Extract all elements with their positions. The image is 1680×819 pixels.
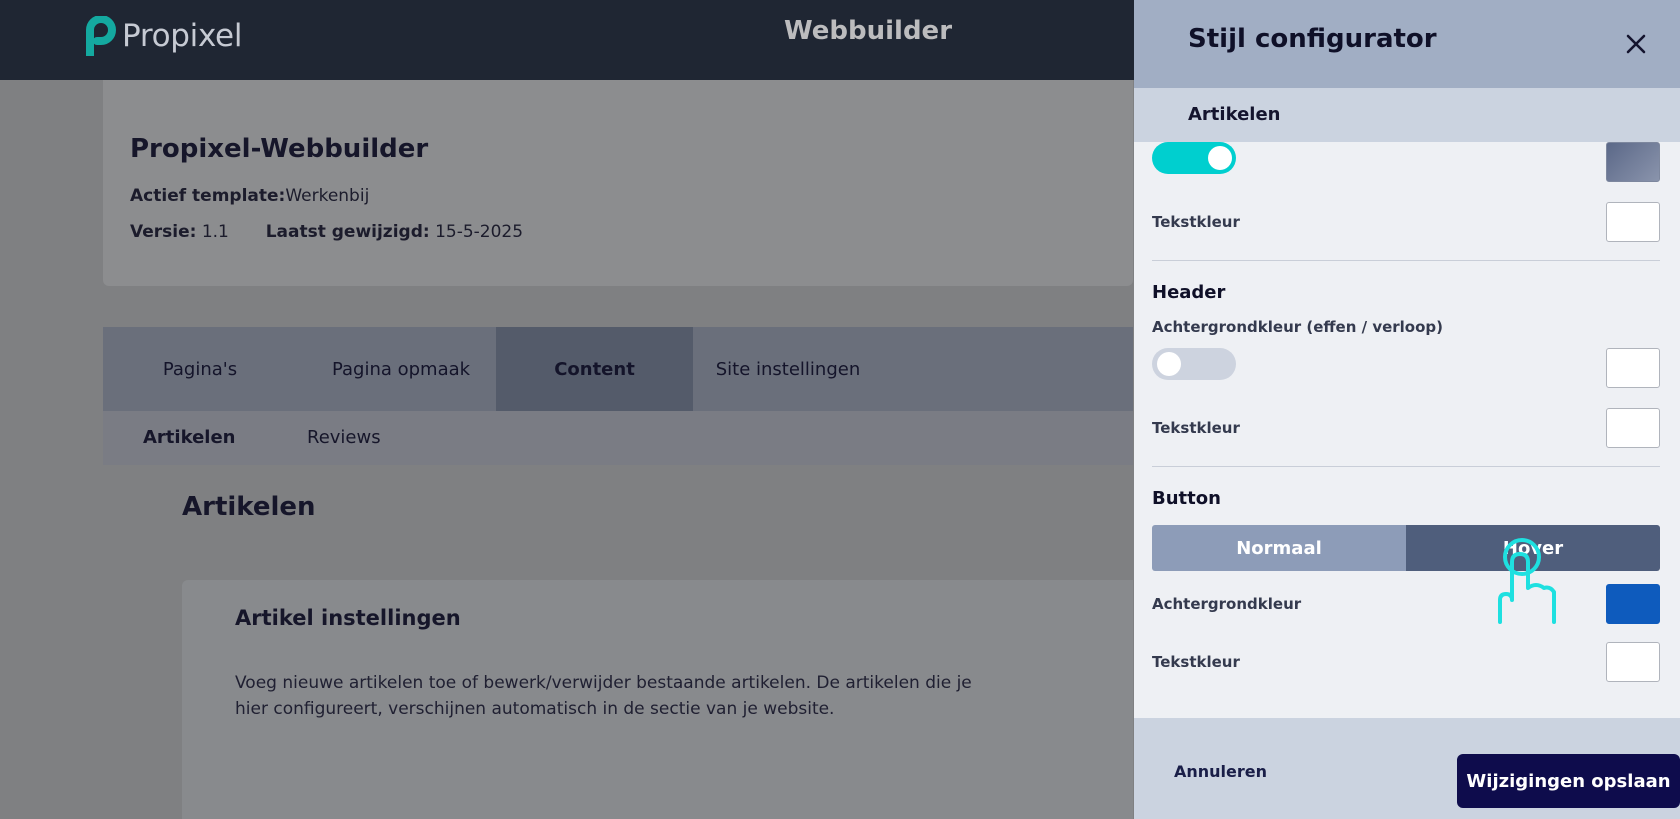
last-modified-value: 15-5-2025 <box>435 222 524 242</box>
article-settings-title: Artikel instellingen <box>235 606 461 630</box>
save-changes-button[interactable]: Wijzigingen opslaan <box>1457 754 1680 808</box>
tab-content[interactable]: Content <box>496 327 693 411</box>
close-icon[interactable] <box>1614 22 1658 66</box>
tab-site-settings[interactable]: Site instellingen <box>693 327 883 411</box>
section-title: Artikelen <box>182 492 316 522</box>
app-title: Webbuilder <box>784 16 953 46</box>
state-normal-button[interactable]: Normaal <box>1152 525 1406 571</box>
header-section-heading: Header <box>1152 282 1226 303</box>
header-text-color-label: Tekstkleur <box>1152 419 1240 437</box>
version-value: 1.1 <box>201 222 229 242</box>
active-template-value: Werkenbij <box>285 186 370 206</box>
gradient-toggle[interactable] <box>1152 142 1236 174</box>
logo-text: Propixel <box>122 18 243 54</box>
button-background-label: Achtergrondkleur <box>1152 595 1302 613</box>
panel-subheader: Artikelen <box>1134 88 1680 142</box>
button-text-color-swatch[interactable] <box>1606 642 1660 682</box>
divider <box>1152 260 1660 261</box>
background-color-swatch[interactable] <box>1606 142 1660 182</box>
panel-header: Stijl configurator <box>1134 0 1680 88</box>
last-modified-label: Laatst gewijzigd: <box>265 222 430 242</box>
subtab-reviews[interactable]: Reviews <box>307 427 381 448</box>
article-settings-card: Artikel instellingen Voeg nieuwe artikel… <box>182 580 1133 819</box>
panel-title: Stijl configurator <box>1188 24 1437 54</box>
button-text-color-label: Tekstkleur <box>1152 653 1240 671</box>
toggle-knob <box>1208 146 1232 170</box>
header-text-color-swatch[interactable] <box>1606 408 1660 448</box>
main-tabs: Pagina's Pagina opmaak Content Site inst… <box>103 327 1133 411</box>
header-gradient-toggle[interactable] <box>1152 348 1236 380</box>
panel-subtitle: Artikelen <box>1188 104 1281 125</box>
toggle-knob <box>1157 352 1181 376</box>
button-state-toggle: Normaal Hover <box>1152 525 1660 571</box>
style-configurator-panel: Stijl configurator Artikelen Tekstkleur … <box>1134 0 1680 819</box>
version-label: Versie: <box>130 222 197 242</box>
text-color-swatch[interactable] <box>1606 202 1660 242</box>
site-info-card: Propixel-Webbuilder Actief template:Werk… <box>103 80 1133 286</box>
subtab-articles[interactable]: Artikelen <box>143 427 235 448</box>
button-background-swatch[interactable] <box>1606 584 1660 624</box>
header-background-swatch[interactable] <box>1606 348 1660 388</box>
button-section-heading: Button <box>1152 488 1221 509</box>
tab-page-layout[interactable]: Pagina opmaak <box>297 327 505 411</box>
article-settings-description: Voeg nieuwe artikelen toe of bewerk/verw… <box>235 673 972 719</box>
propixel-logo[interactable]: Propixel <box>86 16 242 56</box>
active-template-label: Actief template: <box>130 186 286 206</box>
active-template-line: Actief template:Werkenbij <box>130 186 369 206</box>
cancel-button[interactable]: Annuleren <box>1174 762 1267 781</box>
sub-tabs: Artikelen Reviews <box>103 411 1133 465</box>
state-hover-button[interactable]: Hover <box>1406 525 1660 571</box>
tab-pages[interactable]: Pagina's <box>103 327 297 411</box>
header-background-label: Achtergrondkleur (effen / verloop) <box>1152 318 1444 336</box>
site-title: Propixel-Webbuilder <box>130 134 429 164</box>
text-color-label: Tekstkleur <box>1152 213 1240 231</box>
panel-footer: Annuleren Wijzigingen opslaan <box>1134 718 1680 819</box>
version-line: Versie: 1.1 Laatst gewijzigd: 15-5-2025 <box>130 222 523 242</box>
propixel-logo-icon <box>86 16 116 56</box>
divider <box>1152 466 1660 467</box>
